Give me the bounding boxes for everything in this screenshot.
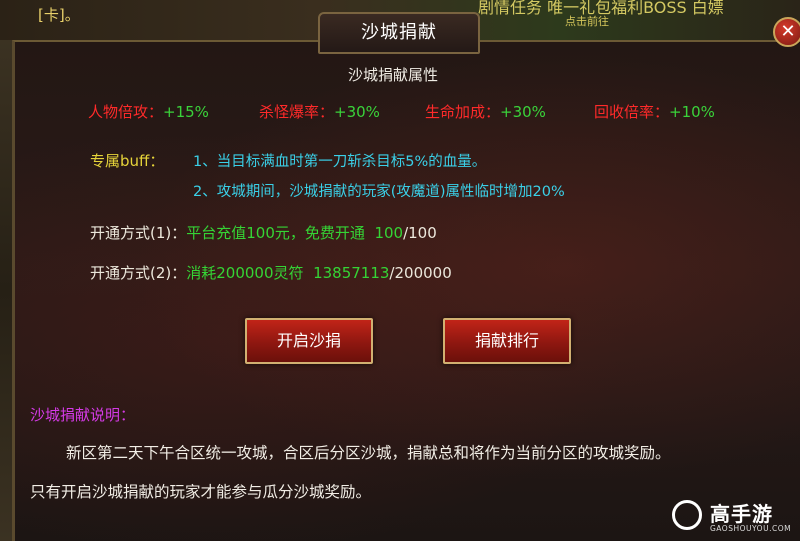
attribute-attack-multiplier: 人物倍攻：+15% bbox=[88, 101, 209, 122]
open-method-desc: 消耗200000灵符 bbox=[186, 264, 304, 282]
dialog-title-tab: 沙城捐献 bbox=[318, 12, 480, 54]
game-chat-text: [卡]。 bbox=[38, 6, 80, 24]
attributes-subtitle: 沙城捐献属性 bbox=[348, 66, 439, 84]
progress-total: /200000 bbox=[389, 264, 452, 282]
attribute-drop-rate: 杀怪爆率：+30% bbox=[259, 101, 380, 122]
attribute-label: 杀怪爆率： bbox=[259, 103, 335, 121]
attribute-value: +30% bbox=[500, 103, 546, 121]
game-event-subtext: 点击前往 bbox=[565, 15, 609, 28]
attribute-value: +10% bbox=[669, 103, 715, 121]
dialog-title: 沙城捐献 bbox=[361, 22, 437, 43]
buff-label: 专属buff： bbox=[90, 152, 165, 170]
progress-total: /100 bbox=[403, 224, 437, 242]
buff-line: 1、当目标满血时第一刀斩杀目标5%的血量。 bbox=[193, 154, 487, 170]
attribute-value: +30% bbox=[334, 103, 380, 121]
description-line: 只有开启沙城捐献的玩家才能参与瓜分沙城奖励。 bbox=[30, 483, 372, 501]
attribute-hp-bonus: 生命加成：+30% bbox=[425, 101, 546, 122]
watermark-name: 高手游 bbox=[710, 502, 773, 526]
gaoshouyou-logo-icon bbox=[672, 500, 702, 530]
progress-current: 13857113 bbox=[313, 264, 390, 282]
donation-ranking-button[interactable]: 捐献排行 bbox=[443, 318, 571, 364]
description-title: 沙城捐献说明： bbox=[30, 406, 136, 424]
attribute-label: 生命加成： bbox=[425, 103, 501, 121]
watermark-domain: GAOSHOUYOU.COM bbox=[710, 524, 792, 533]
progress-current: 100 bbox=[374, 224, 404, 242]
open-method-desc: 平台充值100元，免费开通 bbox=[186, 224, 365, 242]
buff-line: 2、攻城期间，沙城捐献的玩家(攻魔道)属性临时增加20% bbox=[193, 184, 565, 200]
close-button[interactable]: ✕ bbox=[773, 17, 800, 47]
attribute-value: +15% bbox=[163, 103, 209, 121]
description-line: 新区第二天下午合区统一攻城，合区后分区沙城，捐献总和将作为当前分区的攻城奖励。 bbox=[66, 444, 671, 462]
open-method-label: 开通方式(1)： bbox=[90, 224, 187, 242]
attribute-label: 人物倍攻： bbox=[88, 103, 164, 121]
open-method-1: 开通方式(1)：平台充值100元，免费开通 100/100 bbox=[90, 222, 437, 243]
attribute-label: 回收倍率： bbox=[594, 103, 670, 121]
open-method-2: 开通方式(2)：消耗200000灵符 13857113/200000 bbox=[90, 262, 452, 283]
attribute-recycle-rate: 回收倍率：+10% bbox=[594, 101, 715, 122]
close-icon: ✕ bbox=[780, 21, 796, 42]
watermark-logo: 高手游 GAOSHOUYOU.COM bbox=[672, 498, 794, 536]
open-donation-button[interactable]: 开启沙捐 bbox=[245, 318, 373, 364]
open-method-label: 开通方式(2)： bbox=[90, 264, 187, 282]
